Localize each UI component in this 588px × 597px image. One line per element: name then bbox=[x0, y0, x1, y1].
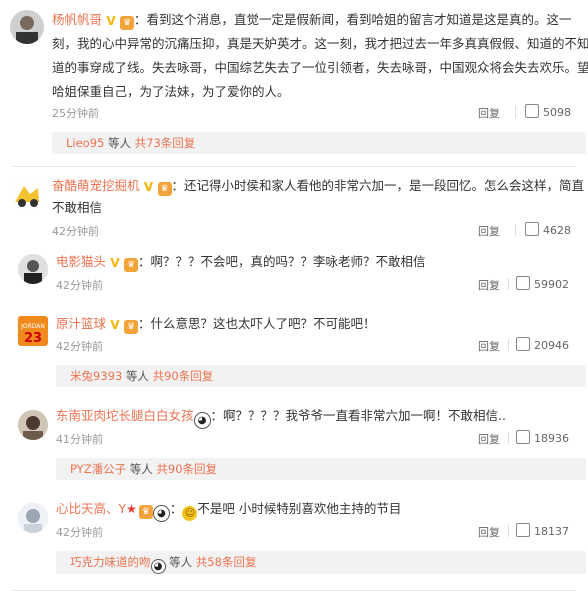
level-badge-icon: ♛ bbox=[124, 258, 139, 272]
red-star-icon: ★ bbox=[126, 502, 137, 516]
like-button[interactable]: 4628 bbox=[525, 222, 571, 237]
reply-button[interactable]: 回复 bbox=[478, 524, 500, 540]
avatar[interactable] bbox=[10, 176, 44, 210]
smile-emoji-icon: ☺ bbox=[182, 506, 198, 521]
comment-text: 心比天高、Y★ ♛ ◕： ☺ 不是吧 小时候特别喜欢他主持的节目 bbox=[56, 497, 574, 522]
thumbs-up-icon bbox=[525, 104, 539, 118]
username[interactable]: 电影猫头 bbox=[56, 254, 106, 269]
thumbs-up-icon bbox=[516, 430, 530, 444]
timestamp: 42分钟前 bbox=[52, 225, 99, 238]
level-badge-icon: ♛ bbox=[157, 182, 172, 196]
reply-button[interactable]: 回复 bbox=[478, 431, 500, 447]
username[interactable]: 原汁篮球 bbox=[56, 316, 106, 331]
comment-text: 奋酷萌宠挖掘机 V ♛ ：还记得小时侯和家人看他的非常六加一，是一段回忆。怎么会这样，… bbox=[52, 178, 585, 196]
timestamp: 25分钟前 bbox=[52, 107, 99, 120]
like-button[interactable]: 5098 bbox=[525, 104, 571, 119]
level-badge-icon: ♛ bbox=[138, 505, 153, 519]
timestamp: 42分钟前 bbox=[56, 279, 103, 292]
username[interactable]: 心比天高、Y bbox=[56, 501, 126, 516]
svg-text:JORDAN: JORDAN bbox=[20, 323, 45, 330]
comment-text: 哈姐保重自己，为了法妹，为了爱你的人。 bbox=[52, 84, 290, 99]
verified-icon: V bbox=[143, 180, 154, 194]
avatar[interactable] bbox=[18, 503, 48, 533]
avatar[interactable] bbox=[18, 254, 48, 284]
comment-text: 电影猫头 V ♛ ：啊？？？不会吧，真的吗？？李咏老师？不敢相信 bbox=[56, 254, 426, 272]
like-button[interactable]: 20946 bbox=[516, 337, 569, 352]
comment-text: 原汁篮球 V ♛ ：什么意思？这也太吓人了吧？不可能吧！ bbox=[56, 316, 376, 334]
username[interactable]: 奋酷萌宠挖掘机 bbox=[52, 178, 140, 193]
verified-icon: V bbox=[106, 14, 116, 28]
comment-text: 不敢相信 bbox=[52, 200, 103, 215]
panda-emoji-icon: ◕ bbox=[152, 505, 170, 522]
timestamp: 42分钟前 bbox=[56, 340, 103, 353]
thumbs-up-icon bbox=[516, 523, 530, 537]
like-button[interactable]: 18137 bbox=[516, 523, 569, 538]
like-button[interactable]: 59902 bbox=[516, 276, 569, 291]
reply-summary[interactable]: PYZ潘公子 等人 共90条回复 bbox=[56, 458, 586, 480]
svg-text:23: 23 bbox=[24, 331, 42, 346]
thumbs-up-icon bbox=[525, 222, 539, 236]
timestamp: 41分钟前 bbox=[56, 433, 103, 446]
verified-icon: V bbox=[110, 256, 120, 270]
thumbs-up-icon bbox=[516, 337, 530, 351]
reply-summary[interactable]: 米兔9393 等人 共90条回复 bbox=[56, 365, 586, 387]
avatar[interactable]: JORDAN 23 bbox=[18, 316, 48, 346]
level-badge-icon: ♛ bbox=[120, 16, 135, 30]
reply-summary[interactable]: Lieo95 等人 共73条回复 bbox=[52, 132, 586, 154]
avatar[interactable] bbox=[10, 10, 44, 44]
reply-button[interactable]: 回复 bbox=[478, 105, 500, 121]
like-button[interactable]: 18936 bbox=[516, 430, 569, 445]
reply-summary[interactable]: 巧克力味道的吻 ◕ 等人 共58条回复 bbox=[56, 551, 586, 574]
comment-text: 杨帆帆哥 V ♛ ：看到这个消息，直觉一定是假新闻，看到哈姐的留言才知道是这是真的。这… bbox=[52, 12, 572, 30]
username[interactable]: 杨帆帆哥 bbox=[52, 12, 102, 27]
panda-emoji-icon: ◕ bbox=[193, 412, 211, 429]
reply-button[interactable]: 回复 bbox=[478, 277, 500, 293]
verified-icon: V bbox=[110, 318, 120, 332]
reply-button[interactable]: 回复 bbox=[478, 338, 500, 354]
username[interactable]: 东南亚肉坨长腿白白女孩 bbox=[56, 408, 194, 423]
level-badge-icon: ♛ bbox=[124, 320, 139, 334]
avatar[interactable] bbox=[18, 410, 48, 440]
comment-text: 刻，我的心中异常的沉痛压抑，真是天妒英才。这一刻，我才把过去一年多真真假假、知道… bbox=[52, 36, 588, 51]
timestamp: 42分钟前 bbox=[56, 526, 103, 539]
panda-emoji-icon: ◕ bbox=[150, 559, 166, 574]
reply-button[interactable]: 回复 bbox=[478, 223, 500, 239]
comment-text: 东南亚肉坨长腿白白女孩 ◕ ：啊？？？？我爷爷一直看非常六加一啊！不敢相信.. bbox=[56, 404, 574, 429]
comment-text: 道的事穿成了线。失去咏哥，中国综艺失去了一位引领者，失去咏哥，中国观众将会失去欢… bbox=[52, 60, 588, 75]
thumbs-up-icon bbox=[516, 276, 530, 290]
